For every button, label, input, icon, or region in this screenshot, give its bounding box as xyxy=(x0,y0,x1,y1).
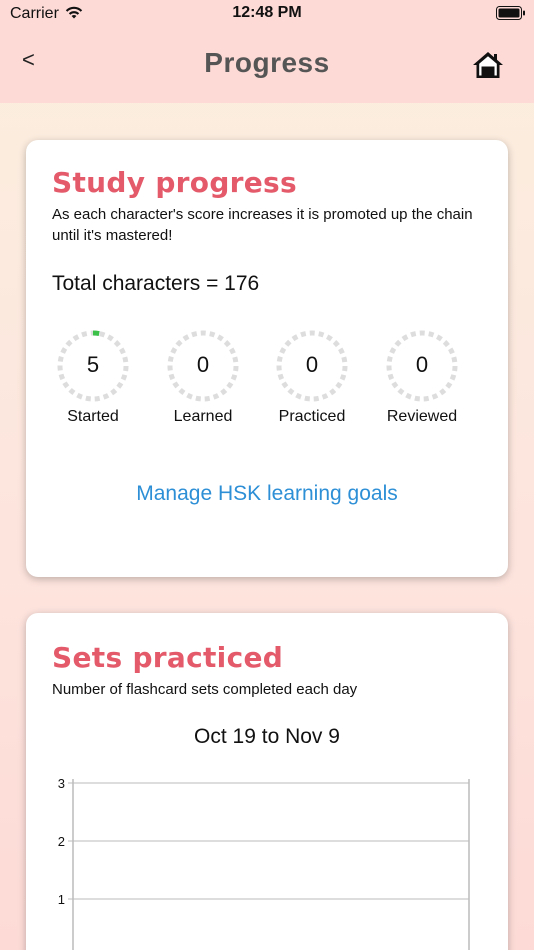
progress-ring: 0 xyxy=(165,328,241,404)
battery-icon xyxy=(496,6,526,25)
status-bar: Carrier 12:48 PM xyxy=(0,0,534,27)
progress-ring: 0 xyxy=(274,328,350,404)
stat-label: Started xyxy=(67,408,119,425)
stat-reviewed: 0 Reviewed xyxy=(372,328,472,426)
stat-learned: 0 Learned xyxy=(153,328,253,426)
home-button[interactable] xyxy=(472,51,506,81)
nav-bar: < Progress xyxy=(0,27,534,103)
stat-value: 5 xyxy=(86,352,100,377)
stat-started: 5 Started xyxy=(43,328,143,426)
total-characters: Total characters = 176 xyxy=(52,272,260,295)
sets-practiced-card: Sets practiced Number of flashcard sets … xyxy=(26,613,508,950)
y-tick-label: 2 xyxy=(58,834,65,849)
page-title: Progress xyxy=(204,47,330,78)
stat-value: 0 xyxy=(415,352,429,377)
study-progress-description: As each character's score increases it i… xyxy=(52,206,473,244)
progress-ring: 5 xyxy=(55,328,131,404)
stat-value: 0 xyxy=(196,352,210,377)
sets-practiced-title: Sets practiced xyxy=(52,641,284,674)
stat-label: Reviewed xyxy=(386,408,458,425)
study-progress-title: Study progress xyxy=(52,166,297,199)
home-icon xyxy=(472,52,504,83)
chart-date-range: Oct 19 to Nov 9 xyxy=(194,725,340,748)
stat-label: Learned xyxy=(173,408,233,425)
progress-ring: 0 xyxy=(384,328,460,404)
study-progress-card: Study progress As each character's score… xyxy=(26,140,508,577)
y-tick-label: 1 xyxy=(58,892,65,907)
sets-chart: 3 2 1 xyxy=(58,776,470,950)
sets-practiced-description: Number of flashcard sets completed each … xyxy=(52,681,358,698)
manage-hsk-goals-link[interactable]: Manage HSK learning goals xyxy=(26,482,508,506)
stat-label: Practiced xyxy=(278,408,346,425)
stat-value: 0 xyxy=(305,352,319,377)
status-time: 12:48 PM xyxy=(232,4,302,21)
y-tick-label: 3 xyxy=(58,776,65,791)
stat-practiced: 0 Practiced xyxy=(262,328,362,426)
